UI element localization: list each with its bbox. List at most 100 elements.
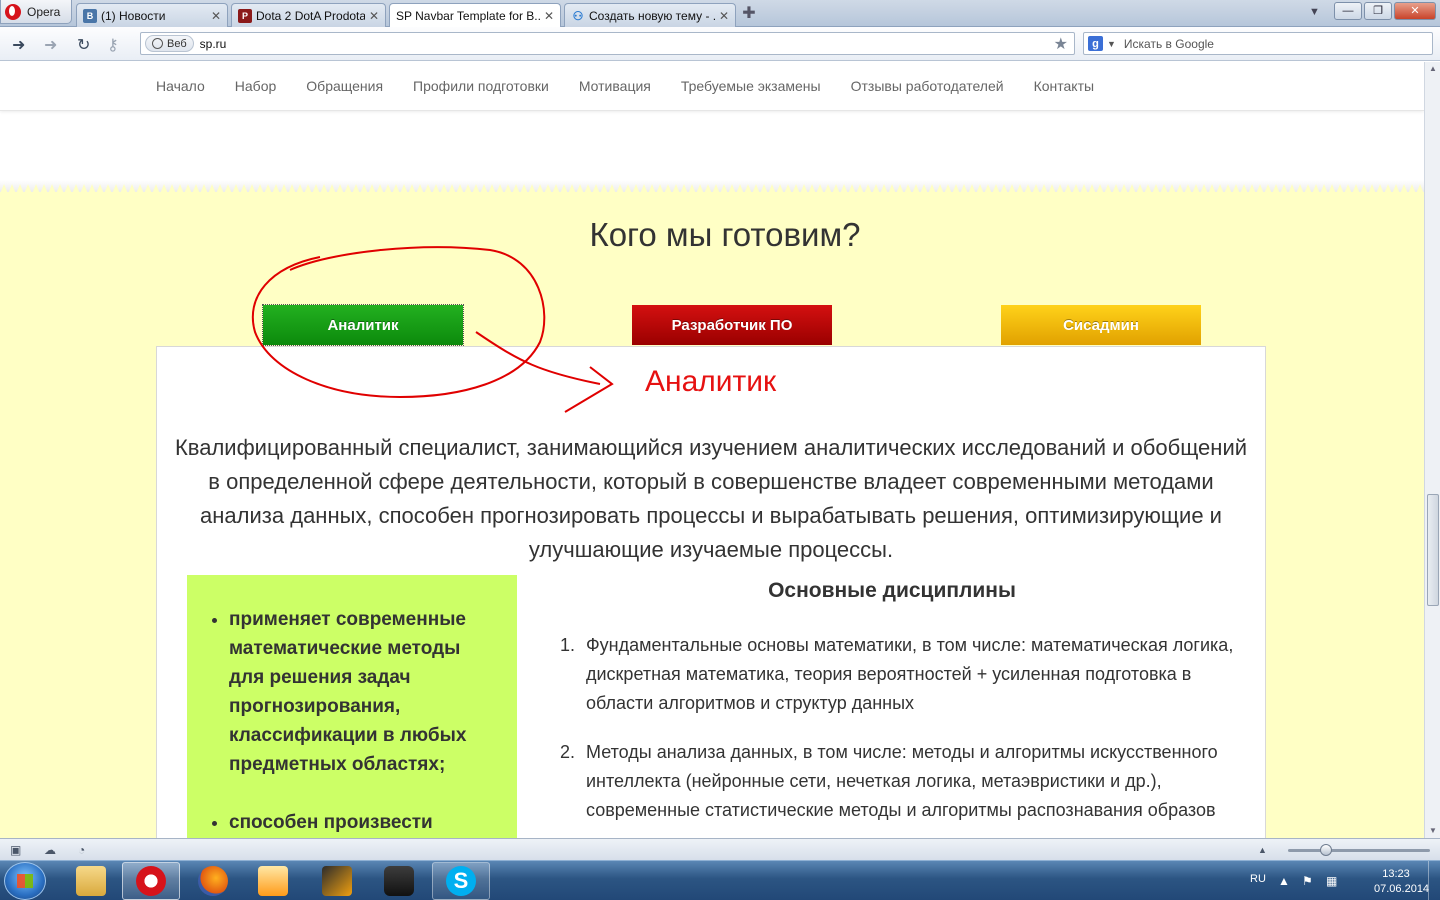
discipline-item: 2. Методы анализа данных, в том числе: ме… [560, 742, 1218, 820]
address-url[interactable]: sp.ru [200, 37, 227, 51]
disciplines-list: 1. Фундаментальные основы математики, в т… [560, 631, 1236, 838]
role-card: Аналитик Квалифицированный специалист, з… [156, 346, 1266, 838]
opera-menu-button[interactable]: Opera [0, 0, 72, 24]
zoom-slider-handle[interactable] [1320, 844, 1332, 856]
close-window-button[interactable]: ✕ [1394, 2, 1436, 20]
nav-item-motivation[interactable]: Мотивация [564, 77, 666, 95]
window-controls: — ❐ ✕ [1334, 2, 1436, 20]
site-nav-list: Начало Набор Обращения Профили подготовк… [141, 77, 1109, 95]
skill-item: применяет современные математические мет… [229, 605, 497, 779]
site-navbar: Начало Набор Обращения Профили подготовк… [0, 62, 1424, 111]
tab-sp-navbar[interactable]: SP Navbar Template for B... ✕ [389, 3, 561, 28]
clock[interactable]: 13:23 07.06.2014 [1374, 867, 1430, 897]
tab-title: Dota 2 DotA Prodota [256, 8, 365, 23]
taskbar-winamp[interactable] [308, 862, 366, 900]
tab-title: SP Navbar Template for B... [396, 9, 540, 23]
panel-toggle-icon[interactable]: ▣ [10, 843, 21, 857]
tab-bar: Opera B (1) Новости ✕ P Dota 2 DotA Prod… [0, 0, 1440, 28]
address-toolbar: ➜ ➜ ↻ ⚷ Веб sp.ru ★ g ▼ Искать в Google [0, 27, 1440, 61]
opera-logo-icon [5, 3, 21, 20]
discipline-text: Фундаментальные основы математики, в том… [586, 635, 1234, 713]
nav-item-exams[interactable]: Требуемые экзамены [666, 77, 836, 95]
start-button[interactable] [4, 862, 46, 900]
windows-taskbar: S RU ▲ ⚑ ▦ 13:23 07.06.2014 [0, 860, 1440, 900]
taskbar-explorer[interactable] [62, 862, 120, 900]
scrollbar-thumb[interactable] [1427, 494, 1439, 606]
developer-button[interactable]: Разработчик ПО [632, 305, 832, 345]
nav-item-reviews[interactable]: Отзывы работодателей [836, 77, 1019, 95]
action-center-flag-icon[interactable]: ⚑ [1302, 874, 1313, 888]
tab-list-chevron-icon[interactable]: ▼ [1309, 6, 1320, 18]
skill-item: способен произвести [229, 808, 497, 837]
nav-item-home[interactable]: Начало [141, 77, 220, 95]
search-field[interactable]: g ▼ Искать в Google [1083, 32, 1433, 55]
nav-item-admission[interactable]: Набор [220, 77, 292, 95]
back-arrow-icon[interactable]: ➜ [12, 35, 25, 55]
nav-item-profiles[interactable]: Профили подготовки [398, 77, 564, 95]
tab-prodota[interactable]: P Dota 2 DotA Prodota ✕ [231, 3, 386, 27]
disciplines-title: Основные дисциплины [768, 579, 1016, 602]
scroll-down-icon[interactable]: ▼ [1425, 824, 1440, 838]
nav-item-appeals[interactable]: Обращения [291, 77, 398, 95]
skills-box: применяет современные математические мет… [187, 575, 517, 838]
firefox-icon [198, 866, 228, 896]
close-tab-icon[interactable]: ✕ [544, 9, 554, 23]
tab-title: (1) Новости [101, 8, 166, 23]
opera-menu-label: Opera [27, 4, 61, 19]
skype-icon: S [446, 866, 476, 896]
forum-icon: ⚇ [572, 8, 584, 23]
skills-list: применяет современные математические мет… [207, 605, 497, 838]
winamp-icon [322, 866, 352, 896]
site-info-badge[interactable]: Веб [145, 35, 194, 52]
card-title: Аналитик [645, 365, 777, 398]
zoom-slider-track[interactable] [1288, 849, 1430, 852]
system-tray: RU ▲ ⚑ ▦ 13:23 07.06.2014 [1240, 861, 1440, 900]
media-player-icon [258, 866, 288, 896]
cloud-icon[interactable]: ☁ [44, 843, 56, 857]
forward-arrow-icon[interactable]: ➜ [44, 35, 57, 55]
tab-vk-news[interactable]: B (1) Новости ✕ [76, 3, 228, 27]
language-indicator[interactable]: RU [1250, 873, 1266, 885]
page-viewport: Начало Набор Обращения Профили подготовк… [0, 62, 1424, 838]
section-title: Кого мы готовим? [589, 216, 861, 253]
close-tab-icon[interactable]: ✕ [719, 9, 729, 23]
tab-create-topic[interactable]: ⚇ Создать новую тему - ... ✕ [564, 3, 736, 27]
speed-dial-icon[interactable]: ◔ [78, 843, 85, 857]
google-icon[interactable]: g [1088, 36, 1103, 51]
taskbar-steam[interactable] [370, 862, 428, 900]
prodota-icon: P [238, 8, 252, 23]
discipline-item: 1. Фундаментальные основы математики, в т… [560, 635, 1234, 713]
taskbar-opera[interactable] [122, 862, 180, 900]
new-tab-button[interactable]: ✚ [740, 5, 758, 23]
show-hidden-icons-icon[interactable]: ▲ [1278, 874, 1290, 888]
address-field[interactable]: Веб sp.ru ★ [140, 32, 1075, 55]
restore-button[interactable]: ❐ [1364, 2, 1392, 20]
vk-icon: B [83, 8, 97, 23]
clock-time: 13:23 [1382, 868, 1410, 880]
status-bar: ▣ ☁ ◔ ▲ [0, 838, 1440, 860]
close-tab-icon[interactable]: ✕ [369, 9, 379, 23]
scroll-up-icon[interactable]: ▲ [1425, 62, 1440, 76]
analyst-button[interactable]: Аналитик [262, 304, 464, 346]
taskbar-skype[interactable]: S [432, 862, 490, 900]
minimize-button[interactable]: — [1334, 2, 1362, 20]
taskbar-media-player[interactable] [244, 862, 302, 900]
zoom-menu-icon[interactable]: ▲ [1258, 845, 1267, 855]
card-description: Квалифицированный специалист, занимающий… [174, 435, 1248, 562]
opera-icon [136, 866, 166, 896]
sysadmin-button[interactable]: Сисадмин [1001, 305, 1201, 345]
taskbar-firefox[interactable] [184, 862, 242, 900]
chevron-down-icon[interactable]: ▼ [1107, 39, 1116, 49]
bookmark-star-icon[interactable]: ★ [1054, 34, 1068, 54]
clock-date: 07.06.2014 [1374, 883, 1430, 895]
key-icon[interactable]: ⚷ [107, 35, 119, 55]
close-tab-icon[interactable]: ✕ [211, 9, 221, 23]
tab-title: Создать новую тему - ... [589, 8, 715, 23]
show-desktop-button[interactable] [1428, 861, 1440, 900]
nav-item-contacts[interactable]: Контакты [1019, 77, 1109, 95]
site-info-label: Веб [167, 37, 187, 50]
reload-icon[interactable]: ↻ [77, 35, 90, 55]
network-icon[interactable]: ▦ [1326, 874, 1337, 888]
discipline-text: Методы анализа данных, в том числе: мето… [586, 742, 1218, 820]
vertical-scrollbar[interactable]: ▲ ▼ [1424, 62, 1440, 838]
